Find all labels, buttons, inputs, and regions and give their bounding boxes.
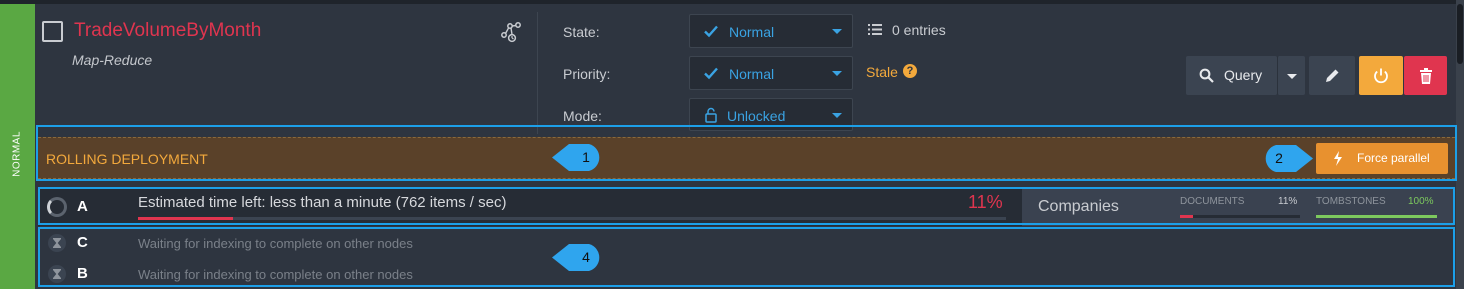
search-icon <box>1199 68 1214 83</box>
header-divider <box>537 12 538 134</box>
state-dropdown[interactable]: Normal <box>689 14 853 48</box>
disable-index-button[interactable] <box>1359 56 1403 95</box>
lightning-icon <box>1334 151 1342 166</box>
force-parallel-button[interactable]: Force parallel <box>1316 143 1448 174</box>
edit-button[interactable] <box>1309 56 1355 95</box>
state-label: State: <box>563 24 600 40</box>
query-button[interactable]: Query <box>1186 56 1277 95</box>
scrollbar-thumb[interactable] <box>1457 4 1463 64</box>
callout-1-number: 1 <box>582 149 590 165</box>
index-type: Map-Reduce <box>72 52 153 68</box>
chevron-down-icon <box>832 71 842 76</box>
index-name-link[interactable]: TradeVolumeByMonth <box>74 20 261 42</box>
chevron-down-icon <box>832 113 842 118</box>
mode-value: Unlocked <box>727 108 786 124</box>
trash-icon <box>1419 67 1432 84</box>
priority-dropdown[interactable]: Normal <box>689 56 853 90</box>
chevron-down-icon <box>1287 74 1297 79</box>
mode-label: Mode: <box>563 108 602 124</box>
stale-label: Stale <box>866 64 898 80</box>
delete-button[interactable] <box>1404 56 1447 95</box>
query-options-dropdown[interactable] <box>1277 56 1305 95</box>
callout-1: 1 <box>552 142 605 173</box>
force-parallel-label: Force parallel <box>1357 151 1430 165</box>
callout-2: 2 <box>1260 143 1313 174</box>
rolling-deployment-bar <box>38 137 1455 179</box>
priority-label: Priority: <box>563 66 611 82</box>
index-status-strip: NORMAL <box>0 4 35 289</box>
callout-2-number: 2 <box>1275 150 1283 166</box>
scrollbar[interactable] <box>1456 0 1464 289</box>
entries-count: 0 entries <box>892 22 946 38</box>
visualizer-icon[interactable] <box>500 21 522 43</box>
status-strip-label: NORMAL <box>11 131 23 177</box>
list-icon <box>868 24 882 35</box>
select-index-checkbox[interactable] <box>42 21 63 42</box>
checkmark-icon <box>704 67 718 80</box>
pencil-icon <box>1326 69 1339 82</box>
checkmark-icon <box>704 25 718 38</box>
highlight-box-waiting <box>38 227 1455 287</box>
highlight-box-progress <box>38 187 1455 225</box>
power-icon <box>1374 68 1388 83</box>
query-button-label: Query <box>1224 67 1263 83</box>
unlock-icon <box>705 107 717 123</box>
rolling-deployment-label: ROLLING DEPLOYMENT <box>46 151 208 167</box>
chevron-down-icon <box>832 29 842 34</box>
state-value: Normal <box>729 24 775 40</box>
priority-value: Normal <box>729 66 775 82</box>
help-icon[interactable]: ? <box>903 64 917 78</box>
